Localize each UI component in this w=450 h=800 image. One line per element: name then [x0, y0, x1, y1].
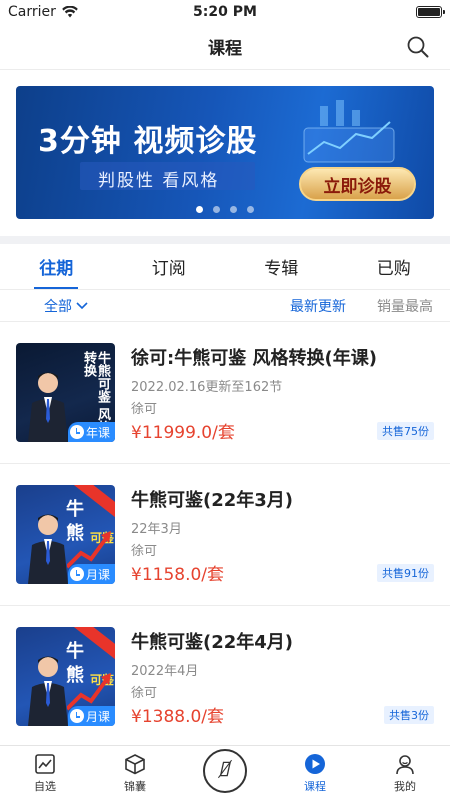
page-title: 课程 [208, 39, 242, 59]
list-item[interactable]: 牛 熊 可鉴 月课 牛熊可鉴(22年4月) 2022年4月 徐可 ¥1388.0… [0, 606, 450, 748]
chart-icon [35, 754, 55, 774]
tabbar-courses[interactable]: 课程 [270, 746, 360, 800]
course-author: 徐可 [131, 402, 158, 417]
filter-row: 全部 最新更新 销量最高 [0, 290, 450, 322]
chevron-down-icon [76, 301, 88, 309]
course-thumbnail: 牛 熊 可鉴 月课 [16, 627, 115, 726]
banner-dot[interactable] [230, 206, 237, 213]
banner-dot[interactable] [247, 206, 254, 213]
tabbar-label: 我的 [394, 780, 416, 793]
tabbar-center[interactable] [180, 746, 270, 800]
tabbar-watchlist[interactable]: 自选 [0, 746, 90, 800]
presenter-image [28, 656, 68, 726]
filter-all-label: 全部 [44, 298, 72, 315]
banner-dot[interactable] [196, 206, 203, 213]
course-title: 牛熊可鉴(22年4月) [131, 632, 294, 653]
course-price: ¥1158.0/套 [131, 565, 225, 585]
course-update: 22年3月 [131, 522, 182, 537]
tab-past[interactable]: 往期 [0, 244, 113, 289]
nav-bar: 课程 [0, 24, 450, 70]
banner-dot[interactable] [213, 206, 220, 213]
course-thumbnail: 牛熊可鉴 风格转换 年课 [16, 343, 115, 442]
promo-banner[interactable]: 3分钟 视频诊股 判股性 看风格 立即诊股 [16, 86, 434, 219]
carrier-label: Carrier [8, 4, 56, 20]
rising-arrow-icon [67, 531, 111, 569]
tabbar-label: 锦囊 [124, 780, 146, 793]
calendar-icon [69, 425, 84, 439]
rising-arrow-icon [67, 673, 111, 711]
play-icon [305, 754, 325, 774]
course-type-badge: 年课 [67, 422, 115, 442]
box-icon [125, 754, 145, 775]
badge-label: 年课 [85, 425, 110, 440]
wifi-icon [62, 5, 78, 18]
sold-count-badge: 共售75份 [377, 422, 434, 440]
course-thumbnail: 牛 熊 可鉴 月课 [16, 485, 115, 584]
status-bar: Carrier 5:20 PM [0, 0, 450, 24]
presenter-image [28, 372, 68, 442]
sold-count-badge: 共售91份 [377, 564, 434, 582]
course-type-badge: 月课 [67, 564, 115, 584]
badge-label: 月课 [85, 567, 110, 582]
course-tabs: 往期 订阅 专辑 已购 [0, 244, 450, 290]
course-type-badge: 月课 [67, 706, 115, 726]
list-item[interactable]: 牛 熊 可鉴 月课 牛熊可鉴(22年3月) 22年3月 徐可 ¥1158.0/套… [0, 464, 450, 606]
tab-album[interactable]: 专辑 [225, 244, 338, 289]
tabbar-mine[interactable]: 我的 [360, 746, 450, 800]
tab-subscribe[interactable]: 订阅 [113, 244, 226, 289]
banner-cta-button[interactable]: 立即诊股 [299, 167, 416, 201]
course-price: ¥11999.0/套 [131, 423, 235, 443]
filter-all-dropdown[interactable]: 全部 [44, 296, 88, 316]
banner-title: 3分钟 视频诊股 [38, 124, 258, 159]
tab-purchased[interactable]: 已购 [338, 244, 450, 289]
list-item[interactable]: 牛熊可鉴 风格转换 年课 徐可:牛熊可鉴 风格转换(年课) 2022.02.16… [0, 322, 450, 464]
thumb-char: 牛 [66, 499, 84, 520]
presenter-image [28, 514, 68, 584]
clock-icon [69, 709, 84, 723]
banner-pagination [16, 206, 434, 213]
center-logo-icon [203, 748, 247, 793]
course-title: 牛熊可鉴(22年3月) [131, 490, 294, 511]
badge-label: 月课 [85, 709, 110, 724]
tabbar-label: 课程 [304, 780, 326, 793]
course-update: 2022年4月 [131, 664, 199, 679]
battery-icon [416, 6, 445, 18]
user-icon [396, 755, 414, 775]
tabbar-tips[interactable]: 锦囊 [90, 746, 180, 800]
course-price: ¥1388.0/套 [131, 707, 225, 727]
status-left: Carrier [8, 4, 78, 20]
search-icon[interactable] [406, 35, 430, 59]
section-divider [0, 236, 450, 244]
course-update: 2022.02.16更新至162节 [131, 380, 283, 395]
tabbar-label: 自选 [34, 780, 56, 793]
clock-icon [69, 567, 84, 581]
banner-chart-decoration [303, 100, 395, 163]
course-author: 徐可 [131, 544, 158, 559]
banner-subtitle: 判股性 看风格 [98, 171, 220, 191]
sort-sales-button[interactable]: 销量最高 [377, 296, 433, 316]
sort-latest-button[interactable]: 最新更新 [290, 296, 346, 316]
thumb-char: 牛 [66, 641, 84, 662]
course-title: 徐可:牛熊可鉴 风格转换(年课) [131, 348, 377, 369]
course-author: 徐可 [131, 686, 158, 701]
bottom-tab-bar: 自选 锦囊 课程 我的 [0, 745, 450, 800]
sold-count-badge: 共售3份 [384, 706, 434, 724]
